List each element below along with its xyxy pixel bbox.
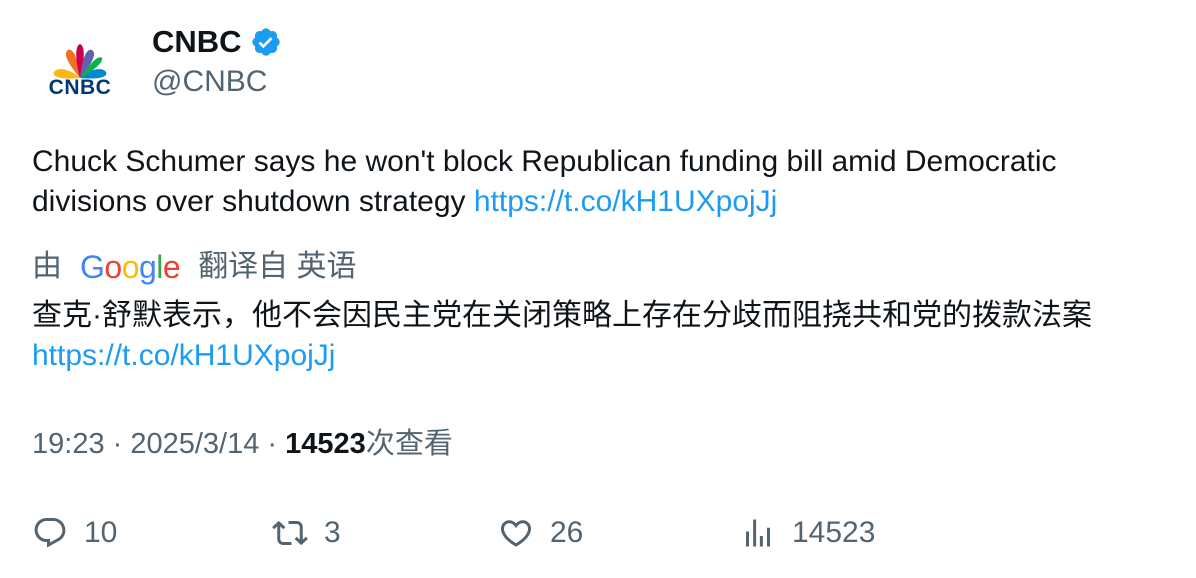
tweet-date[interactable]: 2025/3/14 (130, 428, 259, 460)
display-name-text: CNBC (152, 24, 242, 59)
tweet-time[interactable]: 19:23 (32, 428, 105, 460)
reply-icon (34, 518, 66, 548)
translated-link[interactable]: https://t.co/kH1UXpojJj (32, 339, 335, 372)
heart-icon (500, 520, 532, 547)
author-display-name[interactable]: CNBC (152, 22, 282, 62)
tweet-text: Chuck Schumer says he won't block Republ… (32, 142, 1162, 222)
reply-count: 10 (84, 516, 118, 549)
like-button[interactable]: 26 (498, 511, 583, 555)
translation-suffix: 翻译自 英语 (198, 250, 357, 283)
avatar-logo-text: CNBC (48, 76, 112, 99)
meta-separator: · (104, 428, 131, 460)
translated-body: 查克·舒默表示，他不会因民主党在关闭策略上存在分歧而阻挠共和党的拨款法案 (32, 299, 1092, 332)
analytics-icon (746, 519, 770, 547)
avatar[interactable]: CNBC (32, 22, 128, 118)
tweet-card: CNBC CNBC @CNBC Chuck Schumer says he wo… (0, 0, 1196, 578)
views-count: 14523 (285, 428, 366, 460)
views-action-count: 14523 (792, 516, 876, 549)
verified-badge-icon (251, 28, 280, 56)
tweet-link[interactable]: https://t.co/kH1UXpojJj (474, 185, 777, 218)
translation-attribution: 由 Google 翻译自 英语 (32, 247, 357, 287)
retweet-button[interactable]: 3 (272, 511, 341, 555)
retweet-count: 3 (324, 516, 341, 549)
views-label: 次查看 (365, 428, 453, 460)
reply-button[interactable]: 10 (32, 511, 117, 555)
action-bar: 10 3 26 14523 (32, 511, 1172, 555)
google-logo-icon: Google (80, 249, 181, 285)
like-count: 26 (550, 516, 584, 549)
meta-separator: · (259, 428, 286, 460)
tweet-meta: 19:23 · 2025/3/14 · 14523次查看 (32, 424, 453, 464)
views-button[interactable]: 14523 (740, 511, 875, 555)
retweet-icon (272, 520, 308, 546)
translation-prefix: 由 (32, 250, 62, 283)
translated-text: 查克·舒默表示，他不会因民主党在关闭策略上存在分歧而阻挠共和党的拨款法案 htt… (32, 296, 1172, 376)
author-handle[interactable]: @CNBC (152, 62, 267, 102)
peacock-logo-icon (53, 44, 107, 79)
